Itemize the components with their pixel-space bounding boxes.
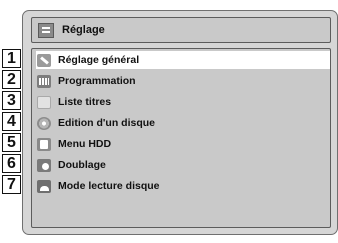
disc-playback-icon bbox=[37, 179, 51, 193]
menu-item-label: Menu HDD bbox=[58, 138, 112, 150]
callout-number-1: 1 bbox=[2, 49, 21, 68]
disc-icon bbox=[37, 116, 51, 130]
menu-item-doublage[interactable]: Doublage bbox=[36, 156, 330, 174]
callout-number-6: 6 bbox=[2, 154, 21, 173]
callout-number-4: 4 bbox=[2, 112, 21, 131]
menu-item-label: Doublage bbox=[58, 159, 106, 171]
menu-list: Réglage général Programmation Liste titr… bbox=[31, 48, 331, 228]
menu-title: Réglage bbox=[62, 24, 105, 36]
menu-item-label: Edition d'un disque bbox=[58, 117, 155, 129]
menu-item-programmation[interactable]: Programmation bbox=[36, 72, 330, 90]
menu-item-mode-lecture-disque[interactable]: Mode lecture disque bbox=[36, 177, 330, 195]
timer-program-icon bbox=[37, 74, 51, 88]
callout-number-5: 5 bbox=[2, 133, 21, 152]
callout-number-3: 3 bbox=[2, 91, 21, 110]
hdd-icon bbox=[37, 137, 51, 151]
settings-menu-icon bbox=[38, 22, 54, 38]
menu-item-label: Réglage général bbox=[58, 54, 140, 66]
menu-item-menu-hdd[interactable]: Menu HDD bbox=[36, 135, 330, 153]
wrench-icon bbox=[37, 53, 51, 67]
callout-number-7: 7 bbox=[2, 175, 21, 194]
menu-item-edition-disque[interactable]: Edition d'un disque bbox=[36, 114, 330, 132]
title-list-icon bbox=[37, 95, 51, 109]
callout-number-2: 2 bbox=[2, 70, 21, 89]
menu-item-reglage-general[interactable]: Réglage général bbox=[36, 51, 330, 69]
menu-item-liste-titres[interactable]: Liste titres bbox=[36, 93, 330, 111]
menu-header: Réglage bbox=[31, 17, 331, 43]
menu-item-label: Liste titres bbox=[58, 96, 112, 108]
dubbing-icon bbox=[37, 158, 51, 172]
menu-item-label: Programmation bbox=[58, 75, 136, 87]
menu-item-label: Mode lecture disque bbox=[58, 180, 160, 192]
